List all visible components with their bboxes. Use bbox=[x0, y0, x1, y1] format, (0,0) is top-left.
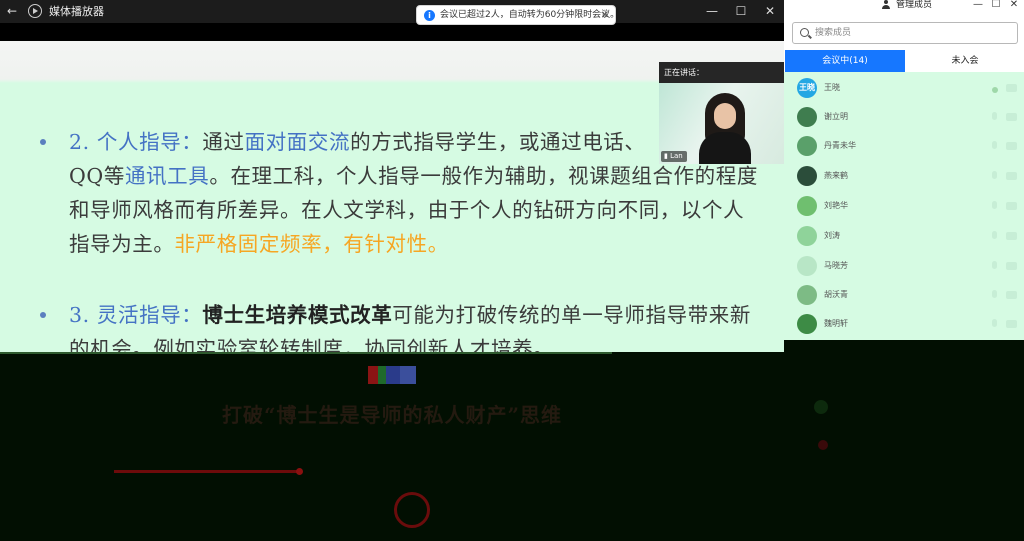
minimize-button[interactable]: — bbox=[697, 0, 727, 23]
member-row[interactable]: 谢立明 bbox=[784, 103, 1024, 132]
window-title: 媒体播放器 bbox=[49, 5, 104, 18]
bullet-text: 等 bbox=[103, 164, 125, 188]
member-row[interactable]: 马晓芳 bbox=[784, 252, 1024, 281]
bullet-number: 2. bbox=[69, 130, 90, 154]
media-player-icon bbox=[28, 4, 42, 18]
lower-slide-title: 打破“博士生是导师的私人财产”思维 bbox=[222, 403, 563, 427]
mic-icon[interactable] bbox=[990, 261, 999, 272]
bullet-text: 通过 bbox=[202, 130, 245, 154]
camera-icon[interactable] bbox=[1006, 232, 1017, 240]
close-icon[interactable]: ✕ bbox=[601, 9, 609, 22]
speaker-status-bar: 正在讲话： bbox=[659, 62, 784, 83]
bullet-heading: 灵活指导： bbox=[96, 303, 203, 327]
meeting-time-limit-notice: i 会议已超过2人，自动转为60分钟限时会议。 ✕ bbox=[416, 5, 620, 25]
camera-icon[interactable] bbox=[1006, 320, 1017, 328]
mic-icon[interactable] bbox=[990, 290, 999, 301]
avatar bbox=[797, 136, 817, 156]
bullet-text: 的方式指导学生，或通过电话、 bbox=[350, 130, 646, 154]
bullet-highlight-orange: 非严格固定频率，有针对性。 bbox=[174, 232, 449, 256]
avatar bbox=[797, 107, 817, 127]
member-row[interactable]: 胡沃青 bbox=[784, 281, 1024, 310]
search-input[interactable] bbox=[815, 25, 1005, 41]
camera-icon[interactable] bbox=[1006, 113, 1017, 121]
camera-icon[interactable] bbox=[1006, 291, 1017, 299]
bullet-bold-text: 博士生培养模式改革 bbox=[202, 303, 393, 327]
flag-graphic bbox=[368, 366, 416, 384]
avatar bbox=[797, 314, 817, 334]
tab-in-meeting[interactable]: 会议中(14) bbox=[785, 50, 905, 72]
bullet-highlight: 面对面交流 bbox=[244, 130, 351, 154]
back-arrow-icon[interactable]: ← bbox=[4, 2, 20, 20]
bullet-heading: 个人指导： bbox=[96, 130, 203, 154]
user-icon bbox=[881, 0, 891, 10]
bullet-highlight: QQ bbox=[69, 164, 104, 188]
panel-close-button[interactable]: ✕ bbox=[1004, 0, 1024, 12]
bullet-number: 3. bbox=[69, 303, 90, 327]
player-titlebar: ← 媒体播放器 — ☐ ✕ bbox=[0, 0, 784, 23]
members-panel: 管理成员 — ☐ ✕ 会议中(14) 未入会 王晓 王晓 谢立明 丹青未华 bbox=[784, 0, 1024, 541]
member-row[interactable]: 丹青未华 bbox=[784, 132, 1024, 161]
member-row[interactable]: 刘涛 bbox=[784, 222, 1024, 251]
speaker-name: Lan bbox=[670, 152, 683, 160]
info-icon: i bbox=[424, 10, 435, 21]
avatar bbox=[797, 256, 817, 276]
member-name: 魏明轩 bbox=[824, 319, 848, 328]
tab-not-joined[interactable]: 未入会 bbox=[905, 50, 1024, 72]
video-letterbox-top bbox=[0, 23, 784, 41]
mic-icon[interactable] bbox=[990, 201, 999, 212]
member-name: 丹青未华 bbox=[824, 141, 856, 150]
avatar: 王晓 bbox=[797, 78, 817, 98]
bullet-dot bbox=[40, 139, 46, 145]
camera-icon[interactable] bbox=[1006, 84, 1017, 92]
member-row[interactable]: 魏明轩 bbox=[784, 310, 1024, 339]
close-button[interactable]: ✕ bbox=[755, 0, 785, 23]
speaking-status: 正在讲话： bbox=[664, 68, 704, 77]
mic-icon[interactable] bbox=[990, 319, 999, 330]
member-name: 王晓 bbox=[824, 83, 840, 92]
member-search[interactable] bbox=[792, 22, 1018, 44]
member-name: 刘涛 bbox=[824, 231, 840, 240]
panel-render-artifact bbox=[784, 340, 1024, 541]
member-name: 谢立明 bbox=[824, 112, 848, 121]
camera-icon[interactable] bbox=[1006, 142, 1017, 150]
member-name: 马晓芳 bbox=[824, 261, 848, 270]
speaker-name-tag: ▮ Lan bbox=[661, 151, 687, 162]
speaking-indicator-icon bbox=[992, 87, 998, 93]
mic-icon: ▮ bbox=[664, 152, 668, 160]
avatar bbox=[797, 226, 817, 246]
logo-icon bbox=[394, 492, 430, 528]
bullet-dot bbox=[40, 312, 46, 318]
shared-screen-lower: 打破“博士生是导师的私人财产”思维 bbox=[0, 352, 784, 541]
panel-minimize-button[interactable]: — bbox=[968, 0, 988, 12]
mic-icon[interactable] bbox=[990, 112, 999, 123]
panel-titlebar: 管理成员 — ☐ ✕ bbox=[784, 0, 1024, 14]
camera-icon[interactable] bbox=[1006, 262, 1017, 270]
member-row[interactable]: 王晓 王晓 bbox=[784, 74, 1024, 103]
bullet-flexible-guidance: 3. 灵活指导：博士生培养模式改革可能为打破传统的单一导师指导带来新的机会。例如… bbox=[69, 298, 759, 352]
member-name: 胡沃青 bbox=[824, 290, 848, 299]
bullet-personal-guidance: 2. 个人指导：通过面对面交流的方式指导学生，或通过电话、 QQ等通讯工具。在理工… bbox=[69, 125, 759, 261]
mic-icon[interactable] bbox=[990, 231, 999, 242]
panel-maximize-button[interactable]: ☐ bbox=[986, 0, 1006, 12]
bullet-highlight: 通讯工具 bbox=[124, 164, 210, 188]
notice-text: 会议已超过2人，自动转为60分钟限时会议。 bbox=[440, 10, 620, 20]
search-icon bbox=[800, 28, 809, 37]
mic-icon[interactable] bbox=[990, 141, 999, 152]
member-name: 刘艳华 bbox=[824, 201, 848, 210]
camera-icon[interactable] bbox=[1006, 202, 1017, 210]
member-row[interactable]: 燕来鹤 bbox=[784, 162, 1024, 191]
maximize-button[interactable]: ☐ bbox=[726, 0, 756, 23]
member-row[interactable]: 刘艳华 bbox=[784, 192, 1024, 221]
member-name: 燕来鹤 bbox=[824, 171, 848, 180]
avatar bbox=[797, 285, 817, 305]
camera-icon[interactable] bbox=[1006, 172, 1017, 180]
avatar bbox=[797, 196, 817, 216]
speaker-video-tile[interactable]: 正在讲话： ▮ Lan bbox=[659, 62, 784, 164]
panel-title: 管理成员 bbox=[896, 0, 933, 10]
mic-icon[interactable] bbox=[990, 171, 999, 182]
avatar bbox=[797, 166, 817, 186]
